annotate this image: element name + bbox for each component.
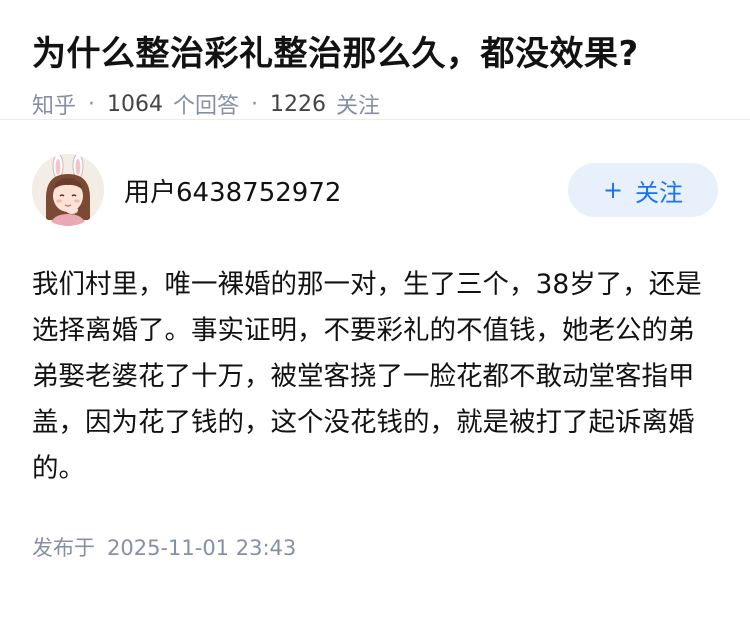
author-name[interactable]: 用户6438752972 [124, 172, 568, 209]
plus-icon: + [602, 176, 624, 204]
followers-label: 关注 [336, 94, 381, 119]
followers-count: 1226 [270, 91, 327, 117]
meta-separator: · [251, 91, 259, 117]
answer-card: 用户6438752972 + 关注 我们村里，唯一裸婚的那一对，生了三个，38岁… [0, 120, 750, 562]
answer-content[interactable]: 我们村里，唯一裸婚的那一对，生了三个，38岁了，还是选择离婚了。事实证明，不要彩… [32, 262, 718, 492]
question-meta: 知乎 · 1064 个回答 · 1226 关注 [32, 88, 718, 120]
source-label[interactable]: 知乎 [32, 88, 76, 120]
question-title[interactable]: 为什么整治彩礼整治那么久，都没效果? [32, 30, 718, 78]
meta-separator: · [88, 91, 96, 117]
follow-button[interactable]: + 关注 [568, 163, 718, 217]
question-header: 为什么整治彩礼整治那么久，都没效果? 知乎 · 1064 个回答 · 1226 … [0, 0, 750, 120]
published-time: 2025-11-01 23:43 [107, 536, 297, 560]
avatar-icon[interactable] [32, 154, 104, 226]
answer-footer: 发布于 2025-11-01 23:43 [32, 532, 718, 562]
answers-label: 个回答 [173, 94, 240, 119]
published-label: 发布于 [32, 536, 95, 560]
answers-count: 1064 [107, 91, 164, 117]
follow-button-label: 关注 [635, 178, 684, 207]
author-row: 用户6438752972 + 关注 [32, 120, 718, 260]
